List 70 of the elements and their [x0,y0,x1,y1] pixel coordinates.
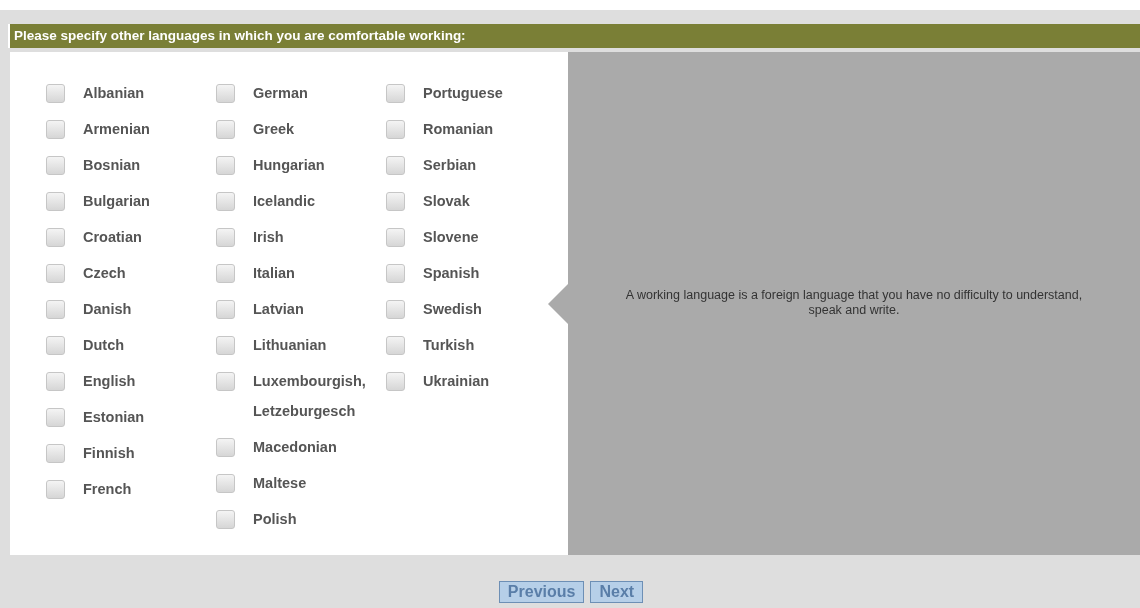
language-label: German [253,84,308,103]
next-button[interactable]: Next [590,581,644,603]
language-label: Albanian [83,84,145,103]
language-label: Danish [83,300,132,319]
checkbox[interactable] [46,120,65,139]
checkbox[interactable] [386,84,405,103]
checkbox[interactable] [46,156,65,175]
question-header: Please specify other languages in which you are comfortable working: [8,24,1140,48]
checkbox[interactable] [386,156,405,175]
language-label: Hungarian [253,156,325,175]
checkbox[interactable] [386,120,405,139]
language-label: Finnish [83,444,135,463]
language-label: Ukrainian [423,372,490,391]
language-label: Macedonian [253,438,337,457]
language-label: Turkish [423,336,475,355]
checkbox[interactable] [216,228,235,247]
language-label: Croatian [83,228,142,247]
checkbox[interactable] [46,372,65,391]
checkbox[interactable] [216,120,235,139]
checkbox[interactable] [46,336,65,355]
checkbox[interactable] [386,192,405,211]
checkbox[interactable] [46,480,65,499]
language-label: Spanish [423,264,480,283]
language-label: Slovak [423,192,470,211]
language-label: Swedish [423,300,482,319]
language-label: Luxembourgish, Letzeburgesch [253,372,367,421]
checkbox[interactable] [386,372,405,391]
checkbox[interactable] [216,156,235,175]
language-label: Latvian [253,300,304,319]
checkbox[interactable] [46,264,65,283]
checkbox[interactable] [46,444,65,463]
checkbox[interactable] [386,228,405,247]
language-label: Greek [253,120,295,139]
language-label: Maltese [253,474,307,493]
checkbox[interactable] [46,228,65,247]
checkbox[interactable] [46,192,65,211]
language-label: Bulgarian [83,192,150,211]
language-label: Slovene [423,228,479,247]
checkbox[interactable] [386,336,405,355]
language-label: Armenian [83,120,150,139]
checkbox[interactable] [216,474,235,493]
checkbox[interactable] [386,264,405,283]
checkbox[interactable] [216,192,235,211]
checkbox[interactable] [216,300,235,319]
checkbox[interactable] [216,438,235,457]
checkbox[interactable] [46,408,65,427]
language-label: Irish [253,228,284,247]
checkbox[interactable] [216,510,235,529]
language-label: Lithuanian [253,336,327,355]
checkbox[interactable] [386,300,405,319]
language-label: Italian [253,264,295,283]
language-label: English [83,372,136,391]
language-label: Dutch [83,336,125,355]
checkbox[interactable] [216,264,235,283]
checkbox[interactable] [216,372,235,391]
language-label: Czech [83,264,126,283]
language-label: Icelandic [253,192,316,211]
help-text: A working language is a foreign language that you have no difficulty to understand, speak and write. [624,288,1084,319]
language-label: Polish [253,510,297,529]
checkbox[interactable] [46,84,65,103]
language-label: Bosnian [83,156,141,175]
checkbox[interactable] [46,300,65,319]
language-label: Serbian [423,156,477,175]
previous-button[interactable]: Previous [498,581,585,603]
checkbox[interactable] [216,336,235,355]
language-label: Estonian [83,408,145,427]
checkbox[interactable] [216,84,235,103]
language-label: Portuguese [423,84,503,103]
language-label: French [83,480,132,499]
language-label: Romanian [423,120,494,139]
